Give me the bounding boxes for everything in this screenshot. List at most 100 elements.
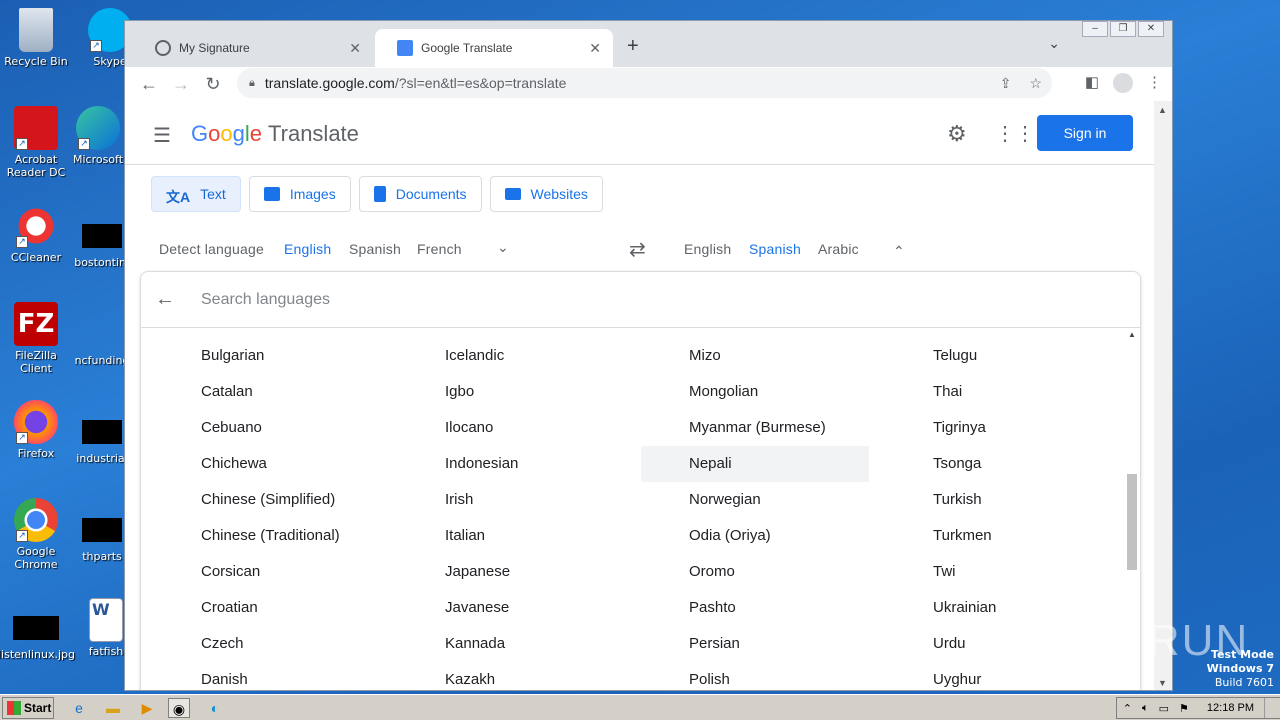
address-bar[interactable]: 🔒︎ translate.google.com/?sl=en&tl=es&op=… <box>237 68 1052 98</box>
scroll-up-arrow-icon[interactable]: ▲ <box>1158 105 1167 115</box>
scrollbar-thumb[interactable] <box>1127 474 1137 570</box>
back-arrow-icon[interactable]: ← <box>133 74 165 95</box>
language-item[interactable]: Croatian <box>153 590 381 626</box>
tab-search-chevron-icon[interactable]: ⌄ <box>1048 35 1060 52</box>
language-item[interactable]: Kannada <box>397 626 625 662</box>
start-button[interactable]: Start <box>2 697 54 719</box>
language-item[interactable]: Mizo <box>641 338 869 374</box>
side-panel-icon[interactable]: ◧ <box>1085 73 1099 93</box>
language-item[interactable]: Tsonga <box>885 446 1113 482</box>
close-window-icon[interactable]: ✕ <box>1138 21 1164 37</box>
language-item[interactable]: Oromo <box>641 554 869 590</box>
language-item[interactable]: Ilocano <box>397 410 625 446</box>
language-item[interactable]: Corsican <box>153 554 381 590</box>
kebab-menu-icon[interactable]: ⋮ <box>1147 73 1162 93</box>
reload-icon[interactable]: ↻ <box>197 74 229 95</box>
restore-icon[interactable]: ❐ <box>1110 21 1136 37</box>
hamburger-menu-icon[interactable]: ☰ <box>153 123 171 148</box>
language-item[interactable]: Tigrinya <box>885 410 1113 446</box>
language-item[interactable]: Cebuano <box>153 410 381 446</box>
action-center-flag-icon[interactable]: ⚑ <box>1179 702 1189 715</box>
language-item[interactable]: Norwegian <box>641 482 869 518</box>
internet-explorer-icon[interactable]: e <box>68 698 90 718</box>
language-item[interactable]: Icelandic <box>397 338 625 374</box>
language-item[interactable]: Persian <box>641 626 869 662</box>
back-arrow-icon[interactable]: ← <box>155 288 175 311</box>
close-tab-icon[interactable]: ✕ <box>589 40 601 57</box>
language-item[interactable]: Bulgarian <box>153 338 381 374</box>
scroll-up-arrow-icon[interactable]: ▲ <box>1128 330 1136 339</box>
mode-websites-button[interactable]: Websites <box>489 176 603 212</box>
language-item[interactable]: Chinese (Simplified) <box>153 482 381 518</box>
language-item[interactable]: Javanese <box>397 590 625 626</box>
scroll-down-arrow-icon[interactable]: ▼ <box>1158 678 1167 688</box>
tray-expand-icon[interactable]: ⌃ <box>1123 702 1132 715</box>
mode-text-button[interactable]: 文A Text <box>151 176 241 212</box>
language-item[interactable]: Myanmar (Burmese) <box>641 410 869 446</box>
mode-documents-button[interactable]: Documents <box>358 176 482 212</box>
language-item[interactable]: Twi <box>885 554 1113 590</box>
share-icon[interactable]: ⇪ <box>1000 75 1012 92</box>
desktop-icon-listenlinux[interactable]: listenlinux.jpg <box>0 606 75 661</box>
language-item[interactable]: Mongolian <box>641 374 869 410</box>
source-lang-french[interactable]: French <box>417 241 462 257</box>
minimize-icon[interactable]: – <box>1082 21 1108 37</box>
desktop-icon-recycle-bin[interactable]: Recycle Bin <box>0 8 74 68</box>
desktop-icon-firefox[interactable]: ↗ Firefox <box>0 400 74 460</box>
folder-icon[interactable]: ▬ <box>102 698 124 718</box>
desktop-icon-filezilla[interactable]: FZ FileZilla Client <box>0 302 74 375</box>
google-translate-logo[interactable]: Google Translate <box>191 121 359 147</box>
show-desktop-button[interactable] <box>1264 698 1274 718</box>
language-item[interactable]: Catalan <box>153 374 381 410</box>
target-collapse-chevron-icon[interactable]: ⌃ <box>893 243 905 260</box>
language-item[interactable]: Indonesian <box>397 446 625 482</box>
close-tab-icon[interactable]: ✕ <box>349 40 361 57</box>
language-item[interactable]: Igbo <box>397 374 625 410</box>
target-lang-english[interactable]: English <box>684 241 731 257</box>
desktop-icon-ccleaner[interactable]: ↗ CCleaner <box>0 204 74 264</box>
new-tab-plus-icon[interactable]: + <box>627 35 639 58</box>
language-item[interactable]: Thai <box>885 374 1113 410</box>
language-item[interactable]: Uyghur <box>885 662 1113 690</box>
language-item[interactable]: Czech <box>153 626 381 662</box>
language-item[interactable]: Kazakh <box>397 662 625 690</box>
language-item[interactable]: Chichewa <box>153 446 381 482</box>
language-item[interactable]: Pashto <box>641 590 869 626</box>
language-item[interactable]: Danish <box>153 662 381 690</box>
language-item[interactable]: Italian <box>397 518 625 554</box>
tab-my-signature[interactable]: My Signature ✕ <box>133 29 373 67</box>
language-item[interactable]: Turkmen <box>885 518 1113 554</box>
source-lang-detect[interactable]: Detect language <box>159 241 264 257</box>
desktop-icon-chrome[interactable]: ↗ Google Chrome <box>0 498 74 571</box>
language-item[interactable]: Irish <box>397 482 625 518</box>
language-item[interactable]: Odia (Oriya) <box>641 518 869 554</box>
media-player-icon[interactable]: ▶ <box>136 698 158 718</box>
forward-arrow-icon[interactable]: → <box>165 74 197 95</box>
language-item[interactable]: Chinese (Traditional) <box>153 518 381 554</box>
target-lang-arabic[interactable]: Arabic <box>818 241 859 257</box>
language-item-hovered[interactable]: Nepali <box>641 446 869 482</box>
sign-in-button[interactable]: Sign in <box>1037 115 1133 151</box>
mode-images-button[interactable]: Images <box>248 176 351 212</box>
language-item[interactable]: Japanese <box>397 554 625 590</box>
network-icon[interactable]: ▭ <box>1159 702 1169 715</box>
clock[interactable]: 12:18 PM <box>1207 702 1254 714</box>
tab-google-translate[interactable]: Google Translate ✕ <box>375 29 613 67</box>
language-item[interactable]: Turkish <box>885 482 1113 518</box>
page-scrollbar[interactable]: ▲ ▼ <box>1154 101 1172 690</box>
target-lang-spanish[interactable]: Spanish <box>741 241 809 273</box>
volume-icon[interactable]: 🔈︎ <box>1142 702 1149 715</box>
source-lang-spanish[interactable]: Spanish <box>349 241 401 257</box>
profile-avatar-icon[interactable] <box>1113 73 1133 93</box>
ccleaner-icon: ↗ <box>14 204 58 248</box>
source-lang-english[interactable]: English <box>275 241 340 273</box>
language-item[interactable]: Polish <box>641 662 869 690</box>
source-more-chevron-icon[interactable]: ⌄ <box>497 239 509 256</box>
settings-gear-icon[interactable]: ⚙ <box>947 121 967 147</box>
swap-languages-icon[interactable]: ⇄ <box>629 237 646 262</box>
language-item[interactable]: Telugu <box>885 338 1113 374</box>
edge-taskbar-icon[interactable]: ◐ <box>204 698 226 718</box>
bookmark-star-icon[interactable]: ☆ <box>1029 75 1042 92</box>
chrome-taskbar-icon[interactable]: ◉ <box>168 698 190 718</box>
search-languages-input[interactable] <box>201 286 1001 314</box>
